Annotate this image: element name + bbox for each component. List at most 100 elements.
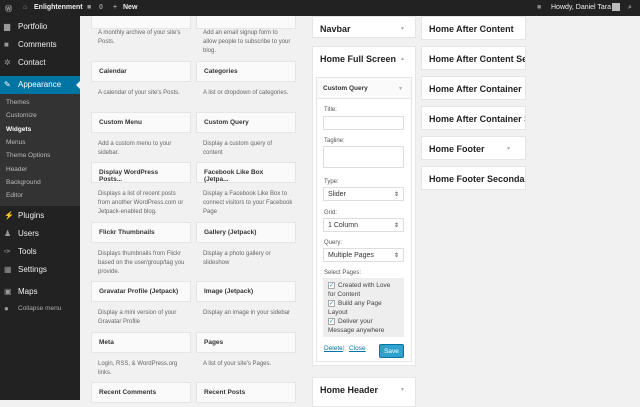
site-name-link[interactable]: Enlightenment	[34, 4, 83, 11]
submenu-item-background[interactable]: Background	[6, 179, 41, 186]
submenu-item-theme-options[interactable]: Theme Options	[6, 152, 50, 159]
type-label: Type:	[324, 179, 339, 185]
sidebar-item-tools[interactable]: ✑ Tools	[0, 243, 80, 261]
widget-description: Display a photo gallery or slideshow	[203, 251, 271, 266]
pages-checklist[interactable]: ✓ Created with Love for Content ✓ Build any…	[323, 278, 404, 337]
home-icon: ⌂	[23, 4, 28, 11]
page-checkbox-item[interactable]: ✓ Build any Page Layout	[328, 299, 399, 317]
widget-area[interactable]: Home After Content Se ▼	[421, 46, 526, 70]
chevron-down-icon[interactable]: ▼	[400, 387, 405, 393]
sidebar-item-label: Users	[18, 229, 39, 238]
area-navbar[interactable]: Navbar ▼	[312, 16, 416, 38]
delete-link[interactable]: Delete	[324, 345, 343, 352]
comments-count[interactable]: 0	[99, 4, 103, 11]
title-input[interactable]	[323, 116, 404, 130]
submenu-item-widgets[interactable]: Widgets	[6, 126, 31, 133]
area-home-header[interactable]: Home Header ▼	[312, 377, 416, 407]
checkbox[interactable]: ✓	[328, 281, 335, 289]
widget-area[interactable]: Home Footer ▼	[421, 136, 526, 160]
available-widget[interactable]: Custom Query	[196, 112, 296, 133]
widget-area[interactable]: Home Footer Secondar	[421, 166, 526, 190]
available-widget[interactable]: Calendar	[91, 61, 191, 82]
sidebar-item-settings[interactable]: ▦ Settings	[0, 261, 80, 279]
type-select[interactable]: Slider ⇕	[323, 187, 404, 201]
howdy-link[interactable]: Howdy, Daniel Tara	[551, 4, 611, 11]
plugins-icon: ⚡	[4, 211, 14, 220]
available-widget[interactable]: Image (Jetpack)	[196, 281, 296, 302]
submenu-item-header[interactable]: Header	[6, 166, 27, 173]
available-widget[interactable]: Facebook Like Box (Jetpa...	[196, 162, 296, 183]
search-icon[interactable]: ⌕	[628, 4, 632, 12]
sidebar-item-maps[interactable]: ▣ Maps	[0, 283, 80, 301]
widget-title-partial[interactable]	[196, 16, 296, 29]
area-title[interactable]: Home Full Screen	[320, 54, 396, 64]
widget-area[interactable]: Home After Container	[421, 76, 526, 100]
page-label: Deliver your Message anywhere	[328, 318, 385, 334]
plus-icon: +	[113, 4, 118, 11]
sidebar-item-label: Tools	[18, 247, 37, 256]
close-link[interactable]: Close	[349, 345, 366, 352]
save-button[interactable]: Save	[379, 344, 404, 358]
chevron-down-icon[interactable]: ▼	[398, 86, 403, 92]
widget-description: Display a custom query of content	[203, 141, 273, 156]
widget-title-partial[interactable]	[91, 16, 191, 29]
submenu-item-themes[interactable]: Themes	[6, 99, 29, 106]
widget-description: A monthly archive of your site's Posts.	[98, 30, 181, 45]
sidebar-item-label: Appearance	[18, 80, 62, 89]
appearance-submenu	[0, 94, 80, 206]
select-pages-label: Select Pages:	[324, 270, 362, 276]
available-widget[interactable]: Gravatar Profile (Jetpack)	[91, 281, 191, 302]
chevron-down-icon[interactable]: ▼	[506, 146, 511, 152]
notification-icon[interactable]: ■	[537, 4, 541, 11]
available-widget[interactable]: Gallery (Jetpack)	[196, 222, 296, 243]
available-widget[interactable]: Categories	[196, 61, 296, 82]
available-widget[interactable]: Meta	[91, 332, 191, 353]
wordpress-logo-icon[interactable]: Ⓦ	[5, 4, 12, 14]
sidebar-item-users[interactable]: ♟ Users	[0, 225, 80, 243]
widget-description: Displays thumbnails from Flickr based on…	[98, 251, 185, 275]
new-link[interactable]: New	[123, 4, 137, 11]
sidebar-item-collapse-menu[interactable]: ● Collapse menu	[0, 300, 80, 318]
widget-area[interactable]: Home After Content ▼	[421, 16, 526, 40]
admin-bar: Ⓦ ⌂ Enlightenment ■ 0 + New ■ Howdy, Dan…	[0, 0, 640, 16]
page-checkbox-item[interactable]: ✓ Deliver your Message anywhere	[328, 317, 399, 335]
comments-icon: ■	[4, 40, 9, 49]
checkbox[interactable]: ✓	[328, 317, 335, 325]
area-title: Home Footer Secondar	[429, 174, 526, 184]
submenu-item-menus[interactable]: Menus	[6, 139, 26, 146]
chevron-down-icon[interactable]: ▼	[400, 26, 405, 32]
area-title: Home After Content	[429, 24, 514, 34]
page-label: Created with Love for Content	[328, 282, 391, 298]
available-widget[interactable]: Pages	[196, 332, 296, 353]
chevron-down-icon[interactable]: ▼	[482, 56, 487, 62]
tagline-label: Tagline:	[324, 138, 345, 144]
sidebar-item-label: Maps	[18, 287, 38, 296]
sidebar-item-contact[interactable]: ✲ Contact	[0, 54, 80, 72]
available-widget[interactable]: Display WordPress Posts...	[91, 162, 191, 183]
avatar[interactable]	[612, 3, 620, 11]
query-value: Multiple Pages	[328, 252, 374, 259]
submenu-item-customize[interactable]: Customize	[6, 112, 37, 119]
page-checkbox-item[interactable]: ✓ Created with Love for Content	[328, 281, 399, 299]
checkbox[interactable]: ✓	[328, 299, 335, 307]
select-arrows-icon: ⇕	[393, 253, 399, 259]
sidebar-item-portfolio[interactable]: ▆ Portfolio	[0, 18, 80, 36]
query-select[interactable]: Multiple Pages ⇕	[323, 248, 404, 262]
grid-select[interactable]: 1 Column ⇕	[323, 218, 404, 232]
widget-area[interactable]: Home After Container S	[421, 106, 526, 130]
tagline-textarea[interactable]	[323, 146, 404, 168]
contact-icon: ✲	[4, 58, 11, 67]
available-widget[interactable]: Flickr Thumbnails	[91, 222, 191, 243]
available-widget[interactable]: Custom Menu	[91, 112, 191, 133]
submenu-item-editor[interactable]: Editor	[6, 192, 23, 199]
sidebar-item-comments[interactable]: ■ Comments	[0, 36, 80, 54]
chevron-down-icon[interactable]: ▼	[482, 26, 487, 32]
widget-description: A list of your site's Pages.	[203, 361, 272, 367]
widget-description: Add a custom menu to your sidebar.	[98, 141, 172, 156]
sidebar-item-appearance[interactable]: ✎ Appearance	[0, 76, 80, 94]
widget-description: Login, RSS, & WordPress.org links.	[98, 361, 178, 376]
sidebar-item-label: Settings	[18, 265, 47, 274]
sidebar-item-plugins[interactable]: ⚡ Plugins	[0, 207, 80, 225]
widget-header[interactable]: Custom Query ▼	[317, 78, 411, 99]
chevron-up-icon[interactable]: ▲	[400, 56, 405, 62]
